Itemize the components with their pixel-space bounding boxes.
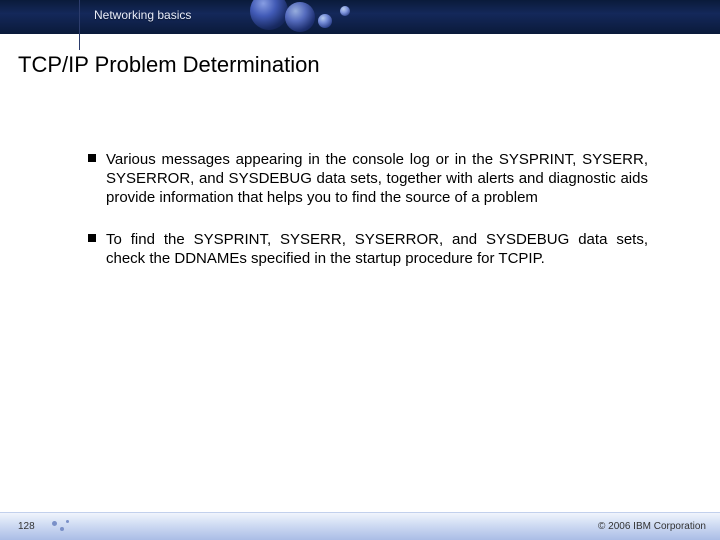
deco-sphere-icon [285, 2, 315, 32]
bullet-square-icon [88, 154, 96, 162]
bullet-item: To find the SYSPRINT, SYSERR, SYSERROR, … [88, 230, 648, 268]
bullet-square-icon [88, 234, 96, 242]
bullet-text: Various messages appearing in the consol… [106, 151, 648, 206]
deco-sphere-icon [318, 14, 332, 28]
bullet-text: To find the SYSPRINT, SYSERR, SYSERROR, … [106, 231, 648, 267]
section-label: Networking basics [94, 8, 191, 22]
deco-dot-icon [60, 527, 64, 531]
copyright-text: © 2006 IBM Corporation [598, 521, 706, 532]
deco-dot-icon [52, 521, 57, 526]
header-banner: Networking basics [0, 0, 720, 34]
vertical-rule [79, 0, 80, 50]
slide: Networking basics TCP/IP Problem Determi… [0, 0, 720, 540]
slide-title: TCP/IP Problem Determination [18, 52, 320, 78]
content-area: Various messages appearing in the consol… [88, 150, 648, 290]
bullet-item: Various messages appearing in the consol… [88, 150, 648, 208]
page-number: 128 [18, 521, 35, 532]
deco-sphere-icon [340, 6, 350, 16]
deco-sphere-icon [250, 0, 288, 30]
footer-bar: 128 © 2006 IBM Corporation [0, 512, 720, 540]
deco-dot-icon [66, 520, 69, 523]
